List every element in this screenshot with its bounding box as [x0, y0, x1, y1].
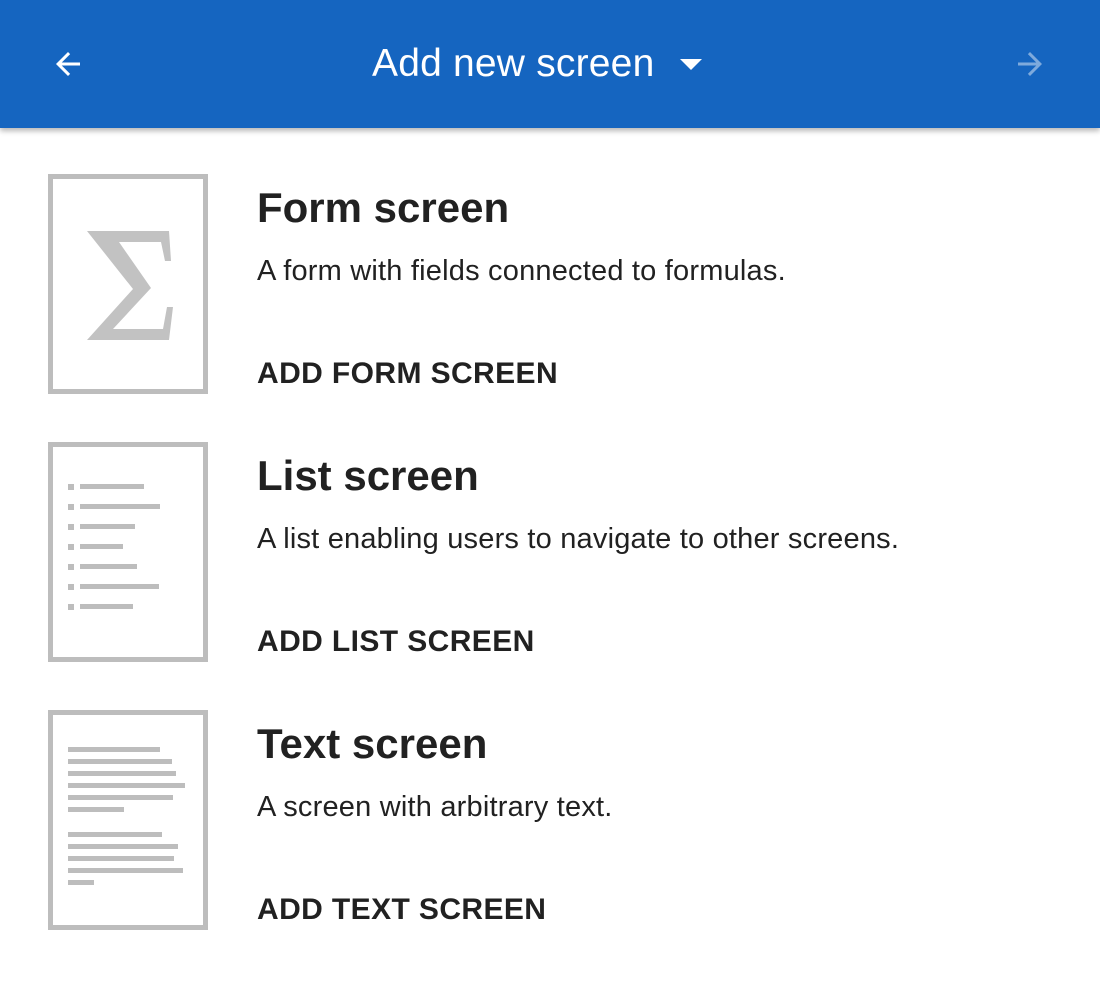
list-screen-title: List screen — [257, 452, 479, 499]
list-screen-card: List screen A list enabling users to nav… — [0, 396, 1100, 662]
add-list-screen-button[interactable]: ADD LIST SCREEN — [257, 625, 535, 659]
form-screen-card: Form screen A form with fields connected… — [0, 128, 1100, 394]
form-screen-title: Form screen — [257, 184, 510, 231]
sigma-icon — [87, 231, 173, 340]
form-screen-description: A form with fields connected to formulas… — [257, 255, 786, 287]
text-screen-card: Text screen A screen with arbitrary text… — [0, 664, 1100, 930]
next-button[interactable] — [1000, 34, 1060, 94]
form-screen-thumbnail — [48, 174, 208, 394]
list-screen-thumbnail — [48, 442, 208, 662]
add-text-screen-button[interactable]: ADD TEXT SCREEN — [257, 893, 546, 927]
text-document-icon — [53, 715, 203, 925]
text-screen-thumbnail — [48, 710, 208, 930]
text-screen-description: A screen with arbitrary text. — [257, 791, 613, 823]
arrow-right-icon — [1018, 52, 1042, 76]
text-screen-title: Text screen — [257, 720, 488, 767]
caret-down-icon — [680, 58, 703, 70]
list-screen-description: A list enabling users to navigate to oth… — [257, 523, 900, 555]
screen-type-dropdown[interactable]: Add new screen — [372, 38, 703, 90]
add-form-screen-button[interactable]: ADD FORM SCREEN — [257, 357, 558, 391]
back-button[interactable] — [38, 34, 98, 94]
page-title: Add new screen — [372, 42, 655, 85]
arrow-left-icon — [56, 52, 80, 76]
app-bar: Add new screen — [0, 0, 1100, 128]
list-icon — [53, 447, 203, 657]
